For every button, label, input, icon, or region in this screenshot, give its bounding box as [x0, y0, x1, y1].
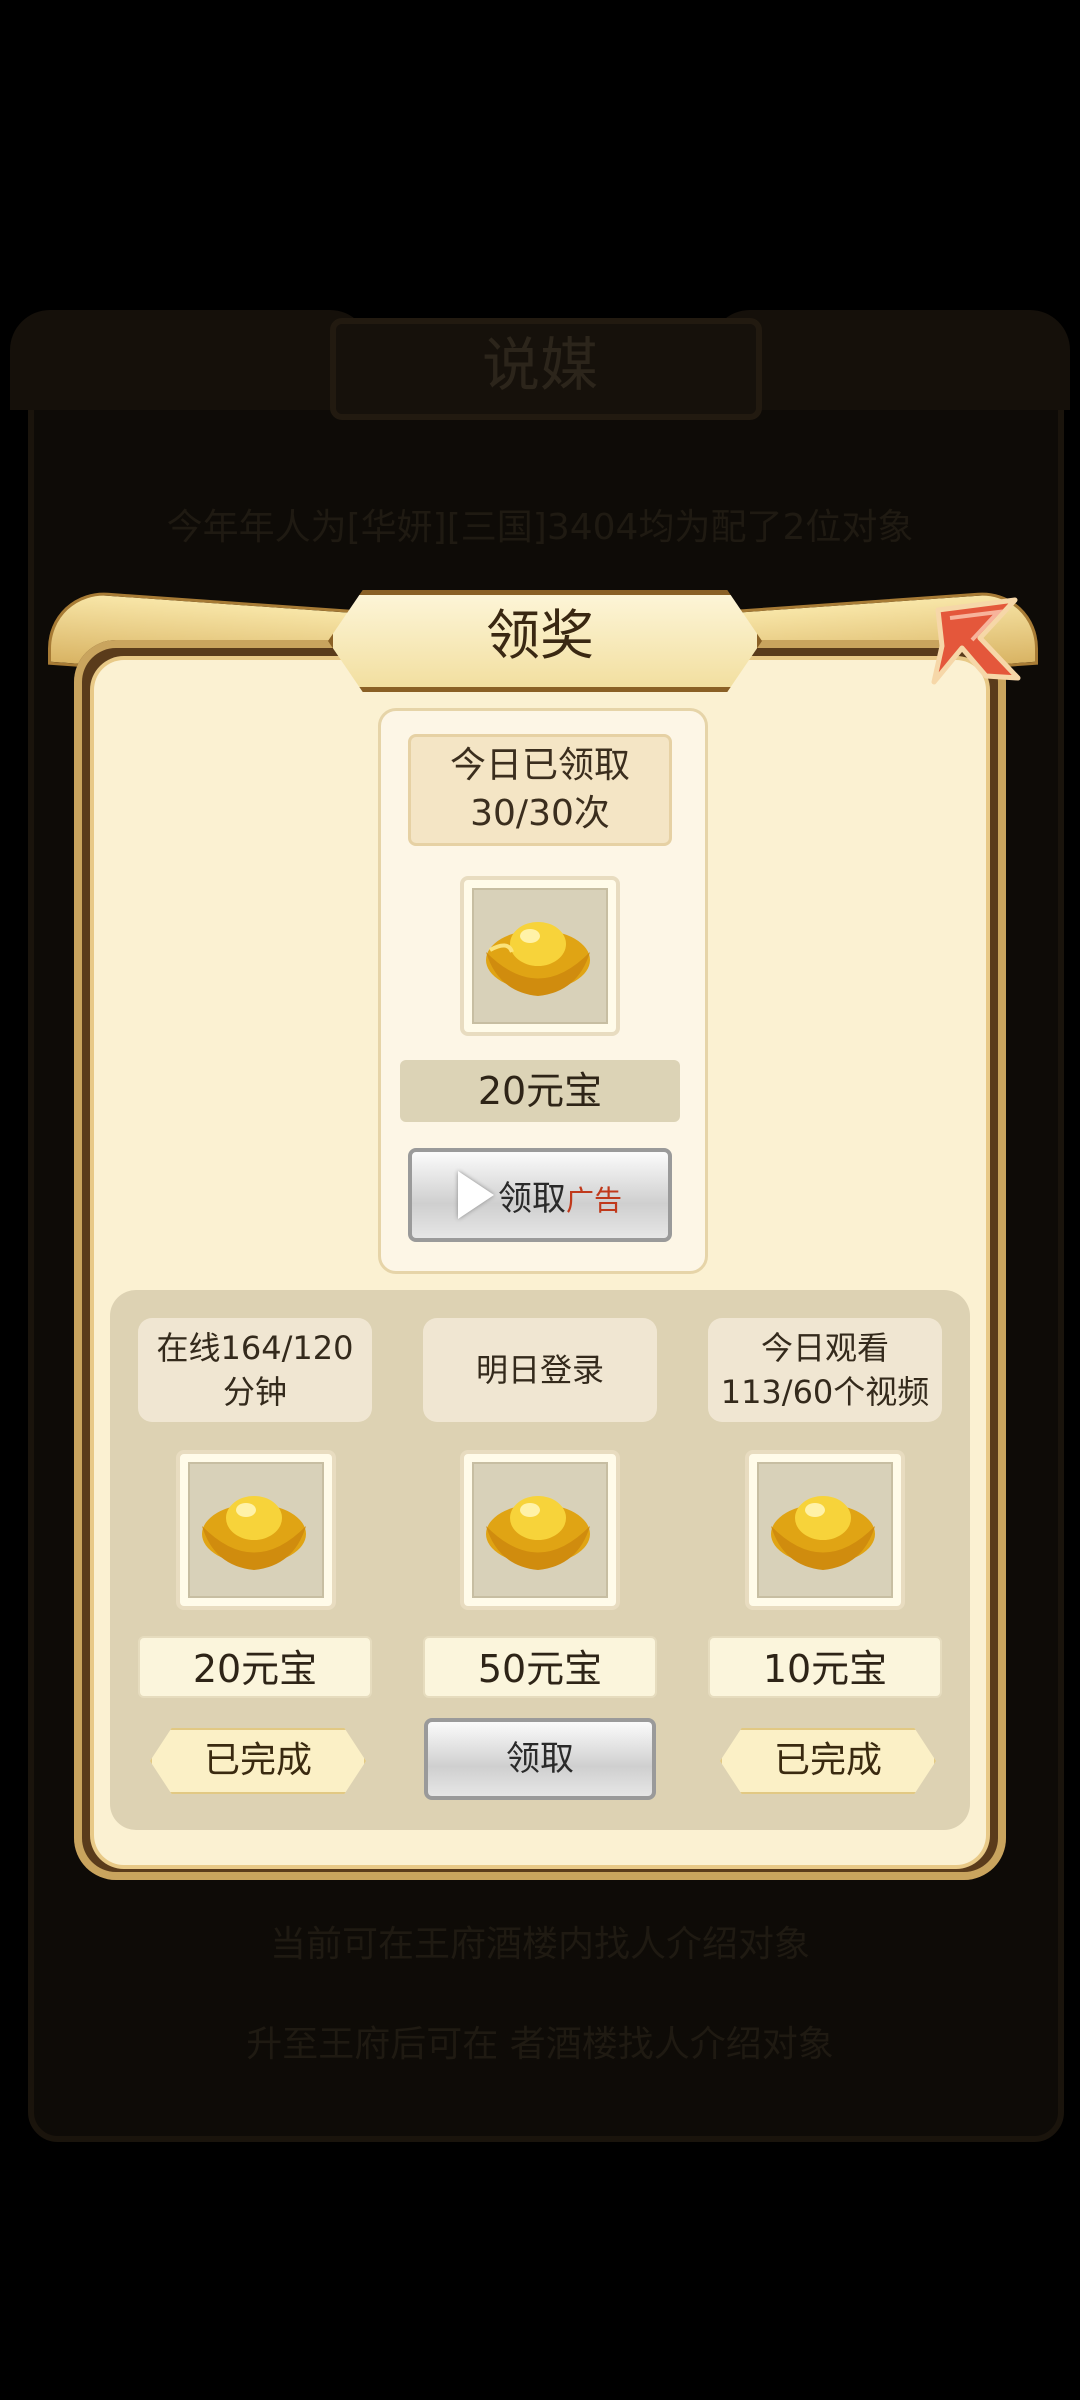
- background-hint-line: 当前可在王府酒楼内找人介绍对象: [269, 1924, 810, 1965]
- claim-label: 领取: [497, 1178, 566, 1219]
- task-label-videos: 今日观看113/60个视频: [708, 1318, 942, 1422]
- background-title: 说媒: [481, 331, 598, 399]
- background-hint-line-2: 升至王府后可在 者酒楼找人介绍对象: [246, 2024, 834, 2065]
- ad-tag: 广告: [565, 1184, 622, 1217]
- task-item-slot: [460, 1450, 620, 1610]
- task-label-login: 明日登录: [423, 1318, 657, 1422]
- background-wing-right: [710, 310, 1070, 410]
- task-item-slot: [176, 1450, 336, 1610]
- play-icon: [457, 1171, 494, 1219]
- top-reward-item-slot: [460, 876, 620, 1036]
- gold-ingot-icon: [486, 1496, 590, 1570]
- close-x-icon: [931, 597, 1021, 685]
- task-amount: 50元宝: [423, 1636, 657, 1698]
- gold-ingot-icon: [202, 1496, 306, 1570]
- task-completed-badge: 已完成: [720, 1728, 936, 1794]
- task-completed-badge: 已完成: [150, 1728, 366, 1794]
- background-info-line: 今年年人为[华妍][三国]3404均为配了2位对象: [166, 507, 914, 548]
- popup-title: 领奖: [486, 604, 594, 667]
- task-label-online: 在线164/120分钟: [138, 1318, 372, 1422]
- watch-ad-claim-button[interactable]: 领取 广告: [408, 1148, 672, 1242]
- close-button[interactable]: [920, 590, 1030, 690]
- gold-ingot-icon: [771, 1496, 875, 1570]
- gold-ingot-icon: [486, 922, 590, 996]
- task-amount: 20元宝: [138, 1636, 372, 1698]
- top-reward-label: 今日已领取30/30次: [408, 734, 672, 846]
- claim-button[interactable]: 领取: [424, 1718, 656, 1800]
- task-item-slot: [745, 1450, 905, 1610]
- task-amount: 10元宝: [708, 1636, 942, 1698]
- background-wing-left: [10, 310, 370, 410]
- top-reward-amount: 20元宝: [400, 1060, 680, 1122]
